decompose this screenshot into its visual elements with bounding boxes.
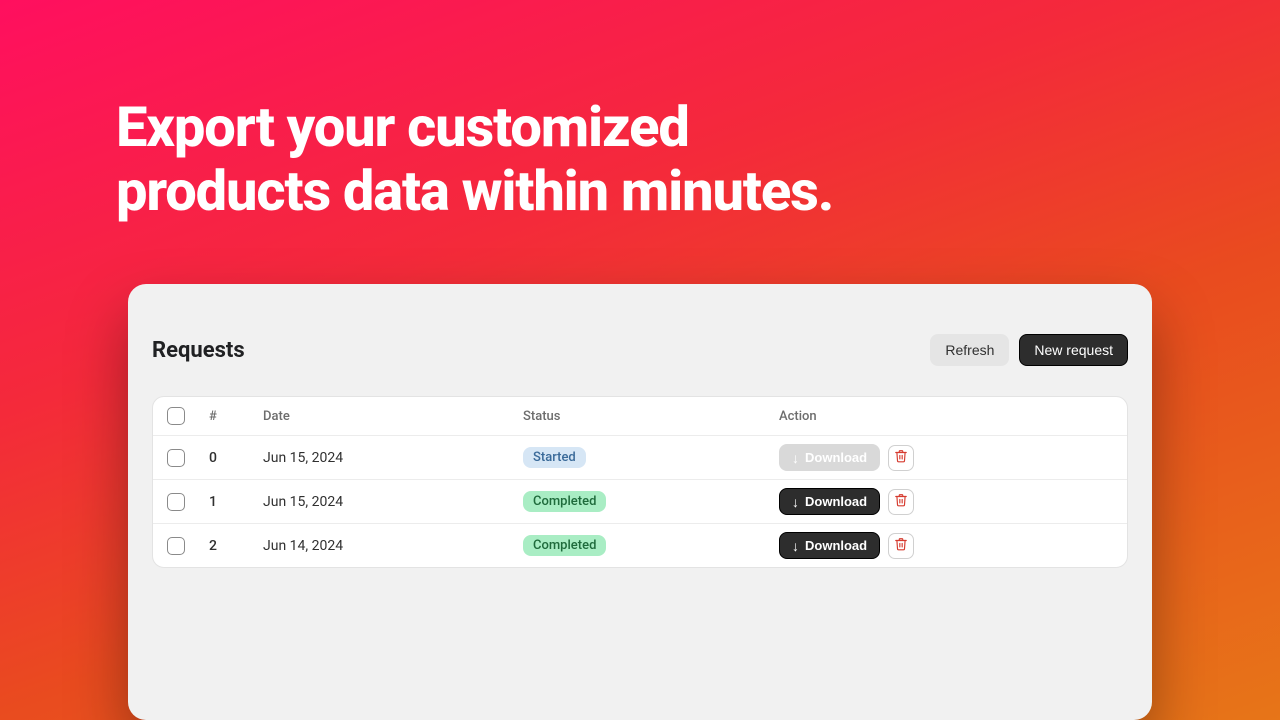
headline: Export your customized products data wit… [116,96,833,224]
download-button[interactable]: ↓ Download [779,532,880,559]
panel-header: Requests Refresh New request [152,334,1128,366]
table-row: 2Jun 14, 2024Completed ↓ Download [153,523,1127,567]
download-button-label: Download [805,450,867,465]
refresh-button-label: Refresh [945,342,994,358]
headline-line-2: products data within minutes. [116,160,833,224]
trash-icon [894,493,908,510]
row-date: Jun 15, 2024 [263,494,523,510]
page-background: Export your customized products data wit… [0,0,1280,720]
delete-button[interactable] [888,445,914,471]
table-row: 1Jun 15, 2024Completed ↓ Download [153,479,1127,523]
table-row: 0Jun 15, 2024Started ↓ Download [153,435,1127,479]
row-status-cell: Completed [523,491,779,512]
download-button[interactable]: ↓ Download [779,488,880,515]
row-date: Jun 15, 2024 [263,450,523,466]
download-icon: ↓ [792,495,799,509]
row-status-cell: Started [523,447,779,468]
delete-button[interactable] [888,533,914,559]
header-index: # [209,409,263,424]
row-index: 1 [209,494,263,510]
row-action-cell: ↓ Download [779,488,1113,515]
download-button-label: Download [805,538,867,553]
status-badge: Completed [523,491,606,512]
row-checkbox-cell [167,493,209,511]
new-request-button[interactable]: New request [1019,334,1128,366]
requests-table: # Date Status Action 0Jun 15, 2024Starte… [152,396,1128,568]
download-button: ↓ Download [779,444,880,471]
table-body: 0Jun 15, 2024Started↓Download1Jun 15, 20… [153,435,1127,567]
row-action-cell: ↓ Download [779,532,1113,559]
panel-actions: Refresh New request [930,334,1128,366]
row-index: 0 [209,450,263,466]
download-icon: ↓ [792,539,799,553]
status-badge: Completed [523,535,606,556]
refresh-button[interactable]: Refresh [930,334,1009,366]
row-date: Jun 14, 2024 [263,538,523,554]
row-status-cell: Completed [523,535,779,556]
headline-line-1: Export your customized [116,96,833,160]
row-index: 2 [209,538,263,554]
header-checkbox-cell [167,407,209,425]
requests-panel: Requests Refresh New request # Date Stat… [128,284,1152,720]
row-checkbox-cell [167,449,209,467]
panel-title: Requests [152,338,245,363]
download-button-label: Download [805,494,867,509]
delete-button[interactable] [888,489,914,515]
trash-icon [894,537,908,554]
row-checkbox[interactable] [167,537,185,555]
header-status: Status [523,409,779,424]
row-checkbox-cell [167,537,209,555]
row-checkbox[interactable] [167,493,185,511]
header-action: Action [779,409,1113,424]
download-icon: ↓ [792,451,799,465]
table-header-row: # Date Status Action [153,397,1127,435]
status-badge: Started [523,447,586,468]
row-action-cell: ↓ Download [779,444,1113,471]
header-date: Date [263,409,523,424]
new-request-button-label: New request [1034,342,1113,358]
select-all-checkbox[interactable] [167,407,185,425]
trash-icon [894,449,908,466]
row-checkbox[interactable] [167,449,185,467]
